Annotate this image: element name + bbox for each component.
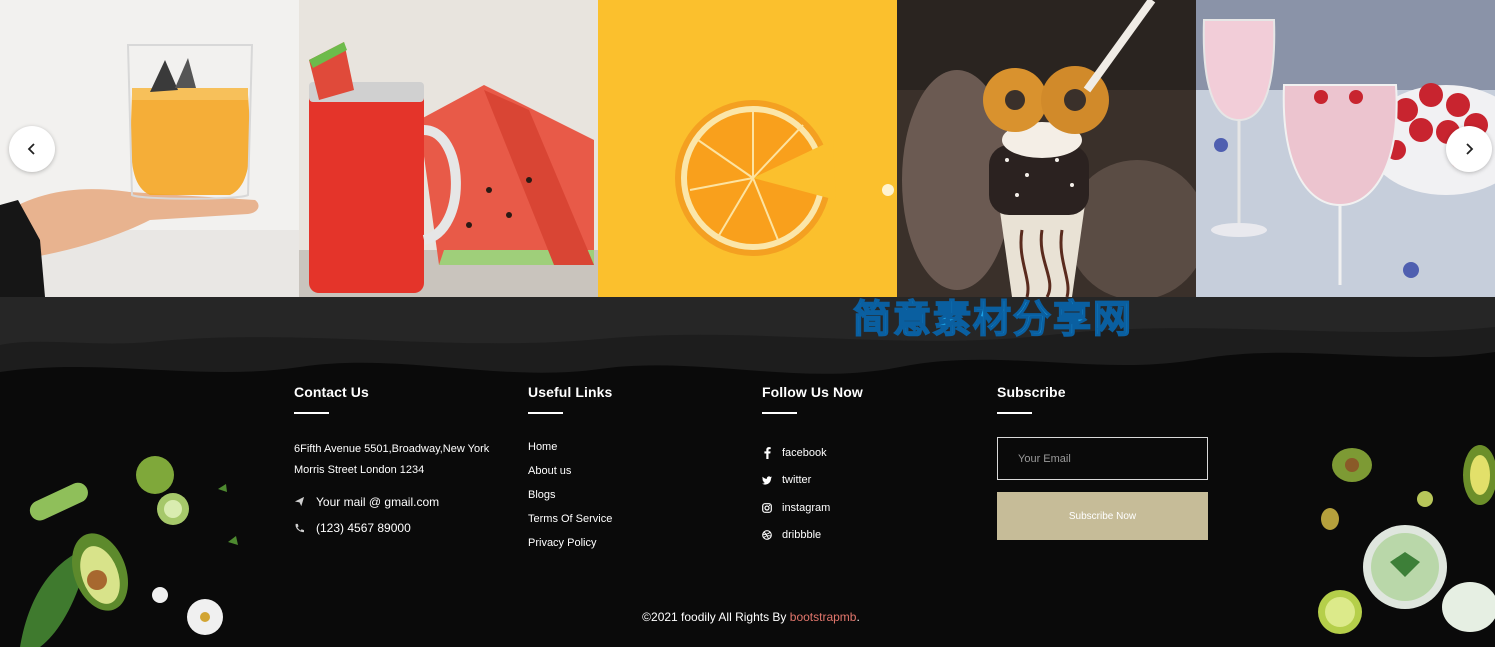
useful-links-heading: Useful Links: [528, 384, 613, 400]
social-link-facebook[interactable]: facebook: [762, 439, 962, 467]
footer-links-column: Useful Links Home About us Blogs Terms O…: [528, 384, 728, 559]
gallery-image-donut-milkshake[interactable]: [897, 0, 1196, 297]
grunge-texture: [0, 297, 1495, 407]
social-label-twitter: twitter: [782, 474, 812, 487]
footer-subscribe-column: Subscribe Subscribe Now: [997, 384, 1217, 540]
gallery-image-orange-slice[interactable]: [598, 0, 897, 297]
footer-contact-column: Contact Us 6Fifth Avenue 5501,Broadway,N…: [294, 384, 514, 536]
contact-address: 6Fifth Avenue 5501,Broadway,New York Mor…: [294, 439, 514, 481]
link-blogs[interactable]: Blogs: [528, 487, 728, 511]
site-footer: Contact Us 6Fifth Avenue 5501,Broadway,N…: [0, 297, 1495, 647]
social-link-dribbble[interactable]: dribbble: [762, 522, 962, 550]
copyright-prefix: ©2021 foodily All Rights By: [642, 610, 790, 624]
chevron-left-icon: [27, 143, 35, 155]
footer-follow-column: Follow Us Now facebook twitter instagram: [762, 384, 962, 549]
contact-email-text: Your mail @ gmail.com: [316, 494, 440, 509]
address-line-1: 6Fifth Avenue 5501,Broadway,New York: [294, 443, 490, 455]
social-links-list: facebook twitter instagram dribbble: [762, 439, 962, 549]
follow-heading: Follow Us Now: [762, 384, 863, 400]
social-label-dribbble: dribbble: [782, 529, 822, 542]
contact-heading: Contact Us: [294, 384, 369, 400]
gallery-prev-button[interactable]: [9, 126, 55, 172]
paper-plane-icon: [294, 496, 306, 508]
heading-underline: [762, 412, 797, 414]
gallery-next-button[interactable]: [1446, 126, 1492, 172]
link-privacy-policy[interactable]: Privacy Policy: [528, 535, 728, 559]
facebook-icon: [762, 446, 772, 459]
phone-icon: [294, 522, 306, 534]
twitter-icon: [762, 474, 772, 486]
copyright-suffix: .: [856, 610, 860, 624]
contact-phone-text: (123) 4567 89000: [316, 520, 411, 535]
instagram-icon: [762, 502, 772, 514]
heading-underline: [528, 412, 563, 414]
copyright-text: ©2021 foodily All Rights By bootstrapmb.: [0, 610, 1495, 624]
contact-phone: (123) 4567 89000: [294, 519, 514, 536]
image-gallery: [0, 0, 1495, 297]
chevron-right-icon: [1466, 143, 1474, 155]
subscribe-heading: Subscribe: [997, 384, 1066, 400]
social-link-twitter[interactable]: twitter: [762, 467, 962, 495]
link-about-us[interactable]: About us: [528, 463, 728, 487]
link-home[interactable]: Home: [528, 439, 728, 463]
address-line-2: Morris Street London 1234: [294, 464, 425, 476]
watermark-text: 简意素材分享网: [852, 296, 1134, 342]
copyright-brand-link[interactable]: bootstrapmb: [790, 610, 857, 624]
heading-underline: [997, 412, 1032, 414]
subscribe-button[interactable]: Subscribe Now: [997, 492, 1208, 540]
contact-email: Your mail @ gmail.com: [294, 493, 514, 510]
social-link-instagram[interactable]: instagram: [762, 494, 962, 522]
link-terms-of-service[interactable]: Terms Of Service: [528, 511, 728, 535]
gallery-image-watermelon-juice[interactable]: [299, 0, 598, 297]
subscribe-email-input[interactable]: [997, 437, 1208, 480]
heading-underline: [294, 412, 329, 414]
dribbble-icon: [762, 529, 772, 541]
social-label-instagram: instagram: [782, 501, 831, 514]
useful-links-list: Home About us Blogs Terms Of Service Pri…: [528, 439, 728, 559]
social-label-facebook: facebook: [782, 446, 827, 459]
